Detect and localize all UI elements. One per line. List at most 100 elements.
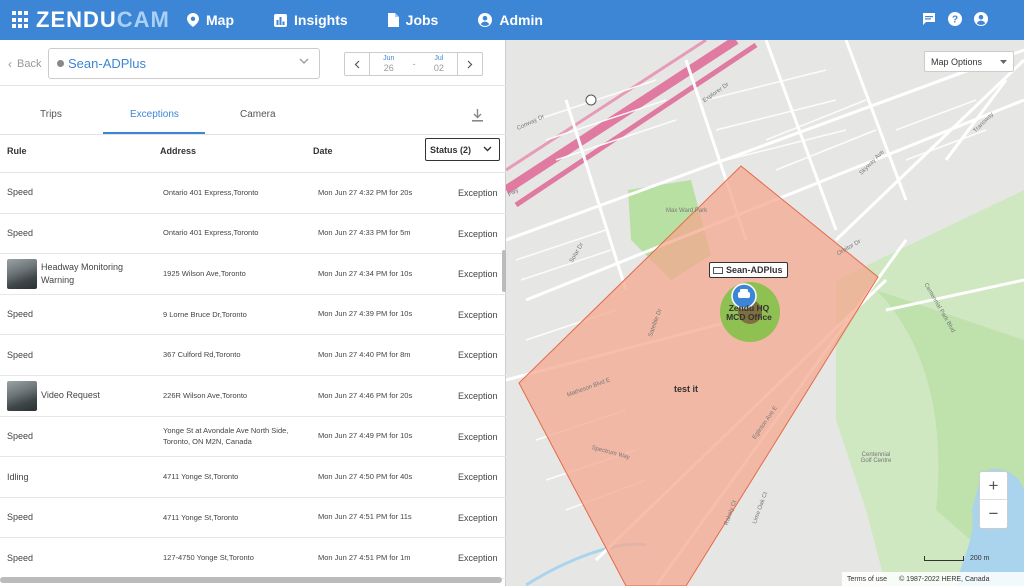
table-row[interactable]: Speed Ontario 401 Express,Toronto Mon Jun … <box>0 173 506 214</box>
prev-date-button[interactable] <box>345 53 370 75</box>
download-icon[interactable] <box>472 109 483 122</box>
vehicle-status-dot <box>57 60 64 67</box>
zoom-out-button[interactable]: − <box>980 500 1007 528</box>
status-cell: Exception <box>458 472 498 483</box>
zenducam-logo[interactable]: ZENDU CAM <box>12 7 187 33</box>
rule-cell: Speed <box>7 173 157 213</box>
table-row[interactable]: Speed 367 Culford Rd,Toronto Mon Jun 27 4:… <box>0 335 506 376</box>
nav-admin[interactable]: Admin <box>478 12 543 28</box>
table-row[interactable]: Headway Monitoring Warning 1925 Wilson Av… <box>0 254 506 295</box>
date-cell: Mon Jun 27 4:51 PM for 1m <box>318 552 411 562</box>
rule-text: Speed <box>7 187 34 198</box>
status-cell: Exception <box>458 512 498 523</box>
address-cell: 226R Wilson Ave,Toronto <box>163 390 248 400</box>
nav-jobs-label: Jobs <box>405 12 439 28</box>
video-thumbnail[interactable] <box>7 380 37 411</box>
top-right-actions: ? <box>922 12 988 26</box>
panel-tabs: Trips Exceptions Camera <box>0 95 506 135</box>
rule-cell: Video Request <box>7 376 157 416</box>
zoom-in-button[interactable]: + <box>980 472 1007 500</box>
park-label: Centennial Golf Centre <box>860 452 892 464</box>
account-icon[interactable] <box>974 12 988 26</box>
nav-insights[interactable]: Insights <box>274 12 348 28</box>
chevron-left-icon <box>354 60 360 68</box>
date-cell: Mon Jun 27 4:49 PM for 10s <box>318 431 413 441</box>
date-cell: Mon Jun 27 4:32 PM for 20s <box>318 187 413 197</box>
park-label: Max Ward Park <box>666 208 708 214</box>
column-header-date[interactable]: Date <box>313 146 333 156</box>
nav-map-label: Map <box>206 12 234 28</box>
user-circle-icon <box>478 13 493 27</box>
column-header-rule[interactable]: Rule <box>7 146 27 156</box>
rule-text: Speed <box>7 309 34 320</box>
column-header-address[interactable]: Address <box>160 146 196 156</box>
filter-bar: ‹ Back Sean-ADPlus Jun 26 - Jul 02 <box>0 40 506 86</box>
rule-cell: Speed <box>7 498 157 538</box>
tab-camera[interactable]: Camera <box>240 109 276 120</box>
status-filter-dropdown[interactable]: Status (2) <box>425 138 500 161</box>
help-icon[interactable]: ? <box>948 12 962 26</box>
chevron-left-icon: ‹ <box>8 57 12 71</box>
vehicle-map-label[interactable]: Sean-ADPlus <box>709 262 788 278</box>
date-from: Jun 26 <box>383 55 394 73</box>
video-thumbnail[interactable] <box>7 259 37 290</box>
back-button[interactable]: ‹ Back <box>8 57 41 71</box>
table-row[interactable]: Speed Ontario 401 Express,Toronto Mon Jun … <box>0 214 506 255</box>
address-cell: Ontario 401 Express,Toronto <box>163 187 259 197</box>
active-tab-indicator <box>103 132 205 134</box>
scale-label: 200 m <box>970 555 990 562</box>
map-view[interactable]: Conway Dr Explorer Dr Skyway Ave Matheso… <box>506 40 1024 586</box>
rule-text: Idling <box>7 471 29 482</box>
table-row[interactable]: Video Request 226R Wilson Ave,Toronto Mon … <box>0 376 506 417</box>
status-cell: Exception <box>458 553 498 564</box>
chevron-down-icon <box>483 146 492 152</box>
date-range-display[interactable]: Jun 26 - Jul 02 <box>370 53 457 75</box>
vehicle-select[interactable]: Sean-ADPlus <box>48 48 320 79</box>
date-cell: Mon Jun 27 4:34 PM for 10s <box>318 268 413 278</box>
app-grid-icon <box>12 11 30 29</box>
logo-text-cam: CAM <box>116 7 170 32</box>
nav-admin-label: Admin <box>499 12 543 28</box>
next-date-button[interactable] <box>457 53 482 75</box>
chat-icon[interactable] <box>922 12 936 26</box>
nav-map[interactable]: Map <box>187 12 234 28</box>
status-filter-label: Status (2) <box>430 144 472 155</box>
date-cell: Mon Jun 27 4:46 PM for 20s <box>318 390 413 400</box>
vehicle-name: Sean-ADPlus <box>68 56 147 71</box>
table-row[interactable]: Speed 127-4750 Yonge St,Toronto Mon Jun 27… <box>0 538 506 579</box>
table-row[interactable]: Speed 9 Lorne Bruce Dr,Toronto Mon Jun 27 … <box>0 295 506 336</box>
status-cell: Exception <box>458 431 498 442</box>
date-cell: Mon Jun 27 4:50 PM for 40s <box>318 471 413 481</box>
nav-jobs[interactable]: Jobs <box>387 12 439 28</box>
rule-cell: Speed <box>7 335 157 375</box>
rule-text: Speed <box>7 431 34 442</box>
date-cell: Mon Jun 27 4:39 PM for 10s <box>318 309 413 319</box>
rule-text: Speed <box>7 512 34 523</box>
nav-insights-label: Insights <box>294 12 348 28</box>
address-cell: Yonge St at Avondale Ave North Side, Tor… <box>163 426 289 446</box>
table-row[interactable]: Idling 4711 Yonge St,Toronto Mon Jun 27 4:… <box>0 457 506 498</box>
table-row[interactable]: Speed 4711 Yonge St,Toronto Mon Jun 27 4:5… <box>0 498 506 539</box>
address-cell: 9 Lorne Bruce Dr,Toronto <box>163 309 247 319</box>
zone-label: test it <box>674 384 699 394</box>
table-row[interactable]: Speed Yonge St at Avondale Ave North Side… <box>0 417 506 458</box>
rule-cell: Speed <box>7 214 157 254</box>
table-header: Rule Address Date Status (2) <box>0 135 506 173</box>
date-cell: Mon Jun 27 4:51 PM for 11s <box>318 512 412 522</box>
status-cell: Exception <box>458 269 498 280</box>
chevron-right-icon <box>467 60 473 68</box>
horizontal-scrollbar[interactable] <box>0 577 502 583</box>
exceptions-panel: ‹ Back Sean-ADPlus Jun 26 - Jul 02 Trips… <box>0 40 506 586</box>
terms-link[interactable]: Terms of use <box>847 576 887 583</box>
map-scale: 200 m <box>924 555 989 562</box>
top-nav-bar: ZENDU CAM Map Insights Jobs Admin ? <box>0 0 1024 40</box>
date-range-picker: Jun 26 - Jul 02 <box>344 52 483 76</box>
rule-text: Headway Monitoring Warning <box>41 262 124 286</box>
address-cell: Ontario 401 Express,Toronto <box>163 228 259 238</box>
map-attribution: Terms of use © 1987-2022 HERE, Canada <box>842 572 1024 586</box>
tab-trips[interactable]: Trips <box>40 109 62 120</box>
back-label: Back <box>17 58 42 70</box>
exceptions-table-body: Speed Ontario 401 Express,Toronto Mon Jun … <box>0 173 506 579</box>
map-options-dropdown[interactable]: Map Options <box>924 51 1014 72</box>
tab-exceptions[interactable]: Exceptions <box>130 109 179 120</box>
